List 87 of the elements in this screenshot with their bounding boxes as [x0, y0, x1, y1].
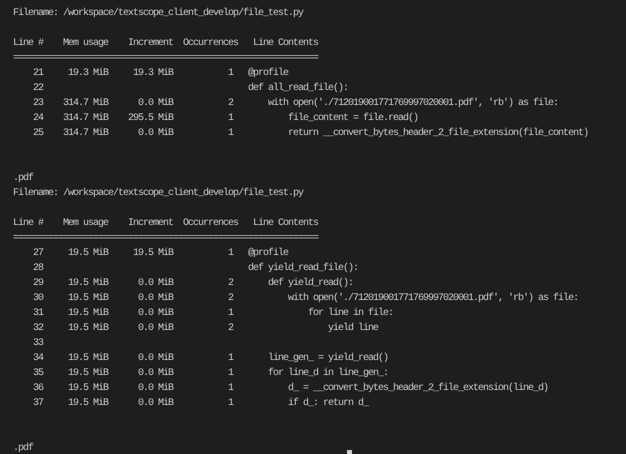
mem-usage-value: 19.5 MiB	[68, 278, 108, 289]
mem-usage-value: 19.5 MiB	[68, 383, 108, 394]
text-cursor	[347, 450, 352, 454]
occurrences-value: 1	[228, 368, 233, 379]
increment-value: 19.5 MiB	[132, 248, 173, 259]
line-number: 27	[32, 247, 43, 261]
occurrences-value: 2	[228, 98, 233, 109]
output-text: .pdf	[13, 172, 34, 186]
mem-usage-value: 19.5 MiB	[68, 398, 108, 409]
occurrences-value: 2	[228, 278, 233, 289]
line-number: 32	[32, 322, 43, 336]
line-number: 36	[32, 382, 43, 396]
separator-line: =============================================================	[13, 232, 318, 246]
code-line: if d_: return d_	[287, 398, 368, 409]
column-header: Line Contents	[252, 36, 320, 51]
line-number: 28	[32, 262, 43, 276]
line-number: 31	[32, 307, 43, 321]
occurrences-value: 2	[228, 293, 233, 304]
line-number: 22	[32, 82, 43, 96]
occurrences-value: 1	[228, 308, 233, 319]
code-line: def yield_read_file():	[248, 263, 358, 274]
line-number: 34	[32, 352, 43, 366]
code-line: def all_read_file():	[248, 83, 348, 94]
occurrences-value: 1	[228, 248, 233, 259]
line-number: 23	[32, 97, 43, 111]
column-header: Occurrences	[182, 217, 238, 231]
occurrences-value: 1	[228, 113, 233, 124]
line-number: 24	[32, 112, 43, 126]
code-line: yield line	[327, 323, 378, 334]
occurrences-value: 1	[228, 398, 233, 409]
occurrences-value: 1	[228, 383, 233, 394]
column-header: Mem usage	[62, 217, 108, 231]
mem-usage-value: 19.3 MiB	[68, 68, 108, 79]
mem-usage-value: 314.7 MiB	[62, 113, 108, 124]
code-line: @profile	[248, 68, 288, 79]
increment-value: 0.0 MiB	[138, 98, 173, 109]
occurrences-value: 2	[228, 323, 233, 334]
code-line: for line_d in line_gen_:	[267, 368, 388, 379]
code-line: d_ = __convert_bytes_header_2_file_extension(line_d)	[287, 383, 548, 394]
occurrences-value: 1	[228, 353, 233, 364]
column-header: Mem usage	[62, 37, 108, 51]
line-number: 35	[32, 367, 43, 381]
column-header: Line Contents	[252, 216, 320, 231]
increment-value: 0.0 MiB	[138, 398, 173, 409]
mem-usage-value: 19.5 MiB	[68, 308, 108, 319]
code-line: with open('./712019001771769997020001.pdf', 'rb') as file:	[267, 98, 558, 109]
increment-value: 0.0 MiB	[138, 278, 173, 289]
code-line: with open('./712019001771769997020001.pdf', 'rb') as file:	[287, 293, 578, 304]
mem-usage-value: 19.5 MiB	[68, 293, 108, 304]
filename-line: Filename: /workspace/textscope_client_develop/file_test.py	[13, 6, 304, 21]
increment-value: 0.0 MiB	[138, 368, 173, 379]
line-number: 25	[32, 127, 43, 141]
occurrences-value: 1	[228, 128, 233, 139]
column-header: Line #	[13, 36, 43, 51]
increment-value: 19.3 MiB	[132, 68, 173, 79]
line-number: 37	[32, 397, 43, 411]
column-header: Line #	[13, 216, 43, 231]
output-text: .pdf	[13, 442, 34, 454]
increment-value: 0.0 MiB	[138, 353, 173, 364]
column-header: Increment	[126, 37, 173, 51]
increment-value: 0.0 MiB	[138, 128, 173, 139]
code-line: line_gen_ = yield_read()	[267, 353, 388, 364]
mem-usage-value: 314.7 MiB	[62, 128, 108, 139]
mem-usage-value: 19.5 MiB	[68, 248, 108, 259]
mem-usage-value: 19.5 MiB	[68, 323, 108, 334]
mem-usage-value: 19.5 MiB	[68, 368, 108, 379]
column-header: Occurrences	[182, 37, 238, 51]
code-line: def yield_read():	[267, 278, 354, 289]
filename-line: Filename: /workspace/textscope_client_develop/file_test.py	[13, 186, 304, 201]
increment-value: 0.0 MiB	[138, 323, 173, 334]
increment-value: 0.0 MiB	[138, 383, 173, 394]
code-line: @profile	[248, 248, 288, 259]
mem-usage-value: 314.7 MiB	[62, 98, 108, 109]
code-line: return __convert_bytes_header_2_file_extension(file_content)	[287, 128, 588, 139]
increment-value: 295.5 MiB	[128, 113, 173, 124]
increment-value: 0.0 MiB	[138, 293, 173, 304]
column-header: Increment	[126, 217, 173, 231]
line-number: 29	[32, 277, 43, 291]
code-line: for line in file:	[307, 308, 394, 319]
line-number: 30	[32, 292, 43, 306]
code-line: file_content = file.read()	[287, 113, 418, 124]
mem-usage-value: 19.5 MiB	[68, 353, 108, 364]
separator-line: =============================================================	[13, 52, 318, 66]
increment-value: 0.0 MiB	[138, 308, 173, 319]
occurrences-value: 1	[228, 68, 233, 79]
line-number: 33	[32, 337, 43, 351]
line-number: 21	[32, 67, 43, 81]
